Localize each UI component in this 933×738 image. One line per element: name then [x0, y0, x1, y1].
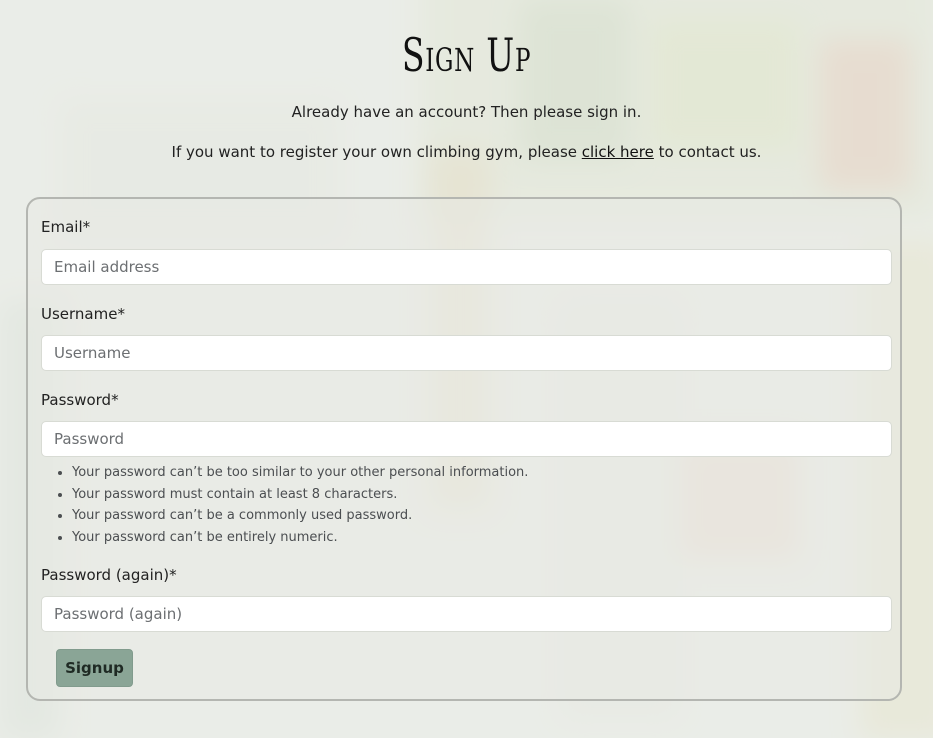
register-gym-prefix: If you want to register your own climbin…	[171, 143, 582, 161]
password-help-item: Your password must contain at least 8 ch…	[72, 484, 528, 506]
password-again-label: Password (again)*	[41, 566, 177, 584]
password-label: Password*	[41, 391, 119, 409]
contact-link[interactable]: click here	[582, 143, 654, 161]
password-field[interactable]	[41, 421, 892, 457]
register-gym-suffix: to contact us.	[653, 143, 762, 161]
username-label: Username*	[41, 305, 125, 323]
password-help-item: Your password can’t be too similar to yo…	[72, 462, 528, 484]
email-field[interactable]	[41, 249, 892, 285]
password-help-item: Your password can’t be entirely numeric.	[72, 527, 528, 549]
register-gym-prompt: If you want to register your own climbin…	[0, 143, 933, 161]
signin-prompt: Already have an account? Then please sig…	[291, 103, 642, 121]
signup-form: Email* Username* Password* Your password…	[26, 197, 902, 701]
page-title: Sign Up	[401, 28, 532, 82]
email-label: Email*	[41, 218, 91, 236]
password-help-item: Your password can’t be a commonly used p…	[72, 505, 528, 527]
password-help-list: Your password can’t be too similar to yo…	[41, 462, 528, 548]
password-again-field[interactable]	[41, 596, 892, 632]
username-field[interactable]	[41, 335, 892, 371]
signup-button[interactable]: Signup	[56, 649, 133, 687]
